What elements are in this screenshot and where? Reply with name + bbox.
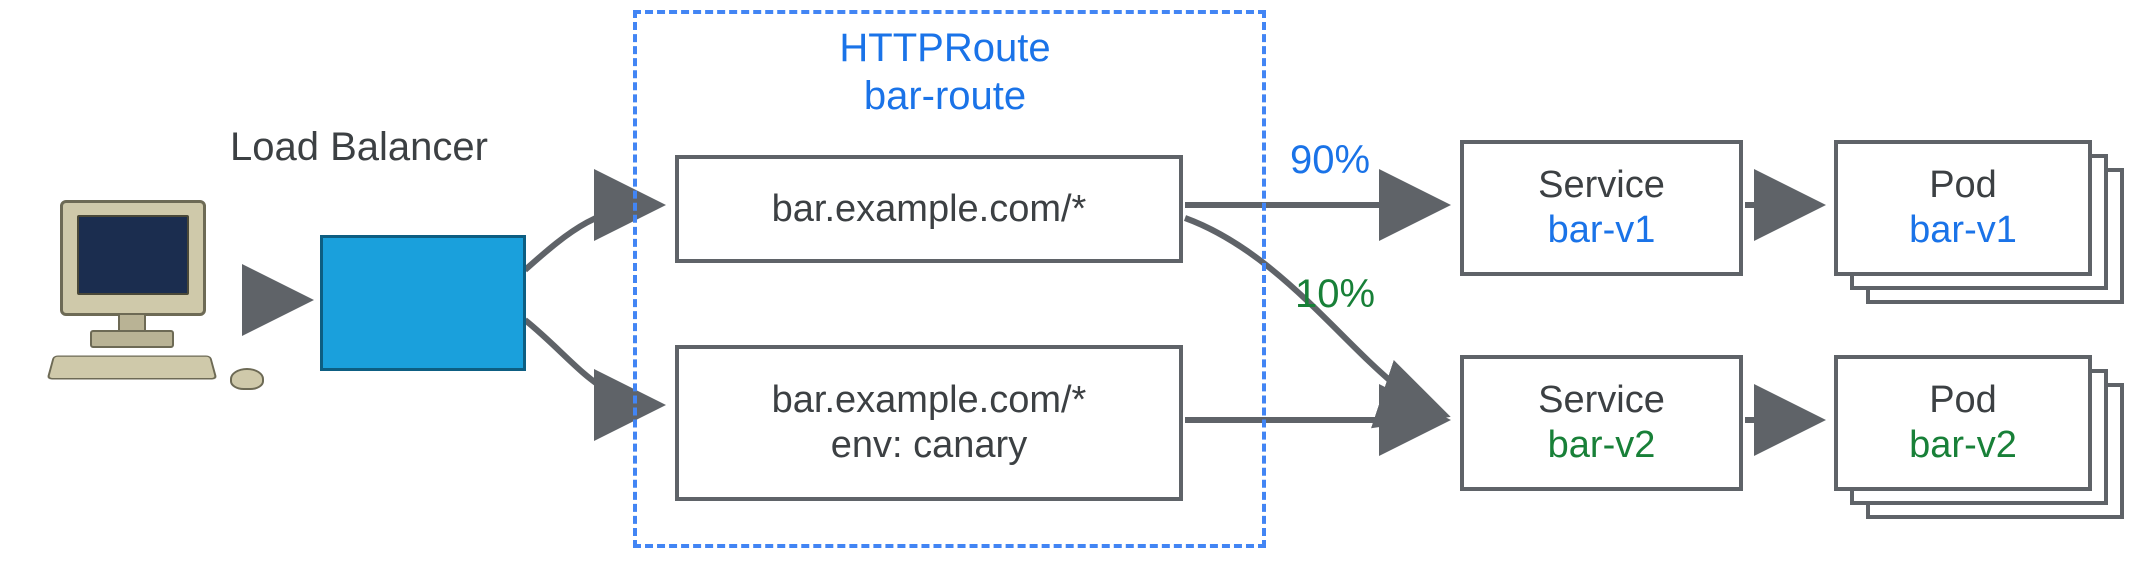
route-rule-2-match: bar.example.com/* [772, 378, 1087, 423]
pod-v2-name: bar-v2 [1909, 423, 2017, 468]
service-v2: Service bar-v2 [1460, 355, 1743, 491]
httproute-heading-line2: bar-route [790, 72, 1100, 120]
load-balancer-title: Load Balancer [230, 125, 488, 170]
client-computer-icon [40, 200, 220, 390]
pod-v1-kind: Pod [1929, 163, 1997, 208]
weight-primary: 90% [1290, 138, 1370, 183]
service-v1-kind: Service [1538, 163, 1665, 208]
route-rule-1: bar.example.com/* [675, 155, 1183, 263]
httproute-heading: HTTPRoute bar-route [790, 24, 1100, 120]
route-rule-2: bar.example.com/* env: canary [675, 345, 1183, 501]
route-rule-1-match: bar.example.com/* [772, 187, 1087, 232]
load-balancer-icon [320, 235, 526, 371]
pod-v1: Pod bar-v1 [1834, 140, 2092, 276]
service-v2-kind: Service [1538, 378, 1665, 423]
pod-v1-name: bar-v1 [1909, 208, 2017, 253]
service-v1: Service bar-v1 [1460, 140, 1743, 276]
service-v2-name: bar-v2 [1548, 423, 1656, 468]
httproute-heading-line1: HTTPRoute [790, 24, 1100, 72]
weight-canary: 10% [1295, 272, 1375, 317]
service-v1-name: bar-v1 [1548, 208, 1656, 253]
pod-v2: Pod bar-v2 [1834, 355, 2092, 491]
route-rule-2-header: env: canary [831, 423, 1027, 468]
pod-v2-kind: Pod [1929, 378, 1997, 423]
